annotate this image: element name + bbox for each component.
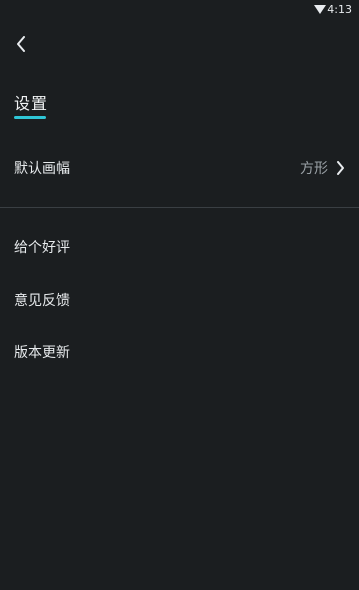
menu-item-label: 版本更新 — [14, 345, 70, 361]
setting-row-default-canvas[interactable]: 默认画幅 方形 — [0, 150, 359, 186]
menu-item-rate[interactable]: 给个好评 — [0, 229, 359, 265]
back-button[interactable] — [9, 32, 33, 56]
menu-item-feedback[interactable]: 意见反馈 — [0, 282, 359, 318]
menu-item-label: 给个好评 — [14, 240, 70, 256]
chevron-right-icon — [337, 161, 344, 175]
menu-item-label: 意见反馈 — [14, 293, 70, 309]
wifi-icon — [314, 5, 326, 14]
back-arrow-icon — [17, 36, 25, 52]
title-underline — [14, 116, 46, 119]
menu-item-version-update[interactable]: 版本更新 — [0, 334, 359, 370]
status-time: 4:13 — [327, 3, 352, 16]
setting-value: 方形 — [300, 158, 345, 178]
divider — [0, 207, 359, 208]
page-title: 设置 — [14, 94, 49, 113]
setting-value-text: 方形 — [300, 161, 328, 177]
status-bar: 4:13 — [0, 0, 359, 20]
setting-label: 默认画幅 — [14, 161, 70, 177]
